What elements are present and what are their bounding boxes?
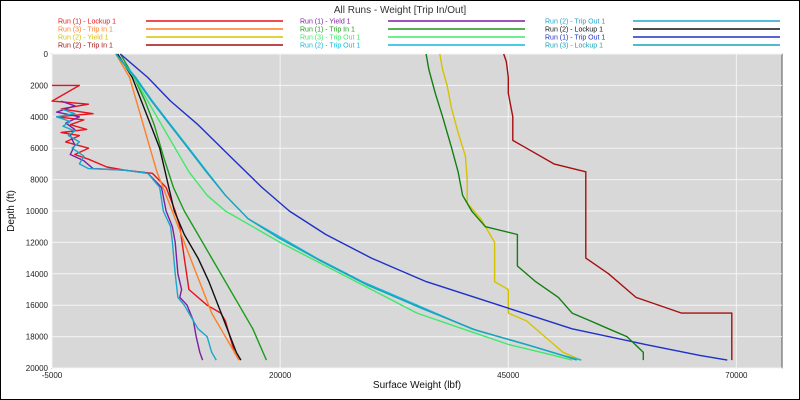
y-tick-label-1: 2000 xyxy=(30,81,48,90)
chart: All Runs - Weight [Trip In/Out] Run (1) … xyxy=(6,5,783,391)
legend-label-11: Run (3) - Lockup 1 xyxy=(545,43,603,50)
legend-label-4: Run (1) - Trip In 1 xyxy=(300,27,355,34)
x-axis: -5000 20000 45000 70000 xyxy=(42,371,748,380)
legend-label-0: Run (1) - Lockup 1 xyxy=(58,19,116,26)
legend-label-5: Run (2) - Lockup 1 xyxy=(545,27,603,34)
y-tick-label-2: 4000 xyxy=(30,113,48,122)
chart-title: All Runs - Weight [Trip In/Out] xyxy=(334,5,466,16)
y-tick-label-8: 16000 xyxy=(26,301,49,310)
y-tick-label-4: 8000 xyxy=(30,176,48,185)
y-axis: 0 2000 4000 6000 8000 10000 12000 14000 16000 180… xyxy=(26,50,49,373)
legend-label-3: Run (3) - Trip In 1 xyxy=(58,27,113,34)
x-tick-label-3: 70000 xyxy=(725,371,748,380)
legend-label-8: Run (1) - Trip Out 1 xyxy=(545,35,605,42)
legend-label-10: Run (2) - Trip Out 1 xyxy=(300,43,360,50)
y-tick-label-10: 20000 xyxy=(26,364,49,373)
x-tick-label-1: 20000 xyxy=(269,371,292,380)
x-axis-title: Surface Weight (lbf) xyxy=(373,380,461,391)
y-axis-title: Depth (ft) xyxy=(6,190,17,232)
legend-label-2: Run (2) - Trip Out 1 xyxy=(545,19,605,26)
y-tick-label-9: 18000 xyxy=(26,333,49,342)
y-tick-label-7: 14000 xyxy=(26,270,49,279)
legend-label-9: Run (2) - Trip In 1 xyxy=(58,43,113,50)
legend-label-7: Run (3) - Trip Out 1 xyxy=(300,35,360,42)
y-tick-label-0: 0 xyxy=(44,50,49,59)
legend: Run (1) - Lockup 1 Run (1) - Yield 1 Run (… xyxy=(58,19,780,50)
legend-label-1: Run (1) - Yield 1 xyxy=(300,19,351,26)
y-tick-label-6: 12000 xyxy=(26,238,49,247)
y-tick-label-3: 6000 xyxy=(30,144,48,153)
y-tick-label-5: 10000 xyxy=(26,207,49,216)
x-tick-label-2: 45000 xyxy=(497,371,520,380)
legend-label-6: Run (2) - Yield 1 xyxy=(58,35,109,42)
